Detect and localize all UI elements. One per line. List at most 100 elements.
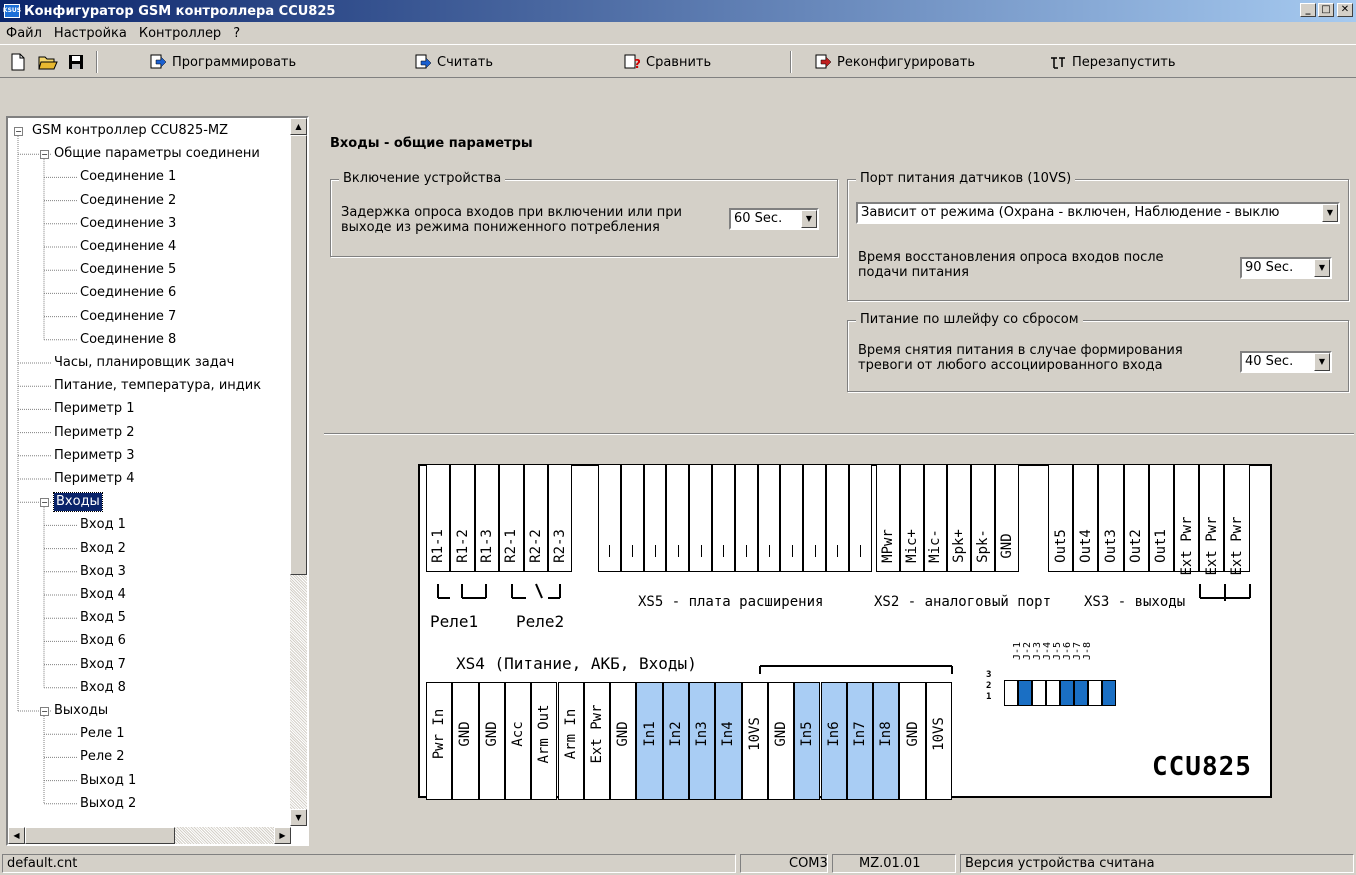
menu-help[interactable]: ? bbox=[227, 26, 246, 41]
tree-item[interactable]: Периметр 2 bbox=[54, 422, 135, 444]
window-title: Конфигуратор GSM контроллера CCU825 bbox=[24, 3, 336, 19]
tree-item[interactable]: Соединение 6 bbox=[80, 282, 176, 304]
recovery-time-label-2: подачи питания bbox=[858, 265, 969, 280]
bottom-pin: GND bbox=[478, 682, 505, 800]
restart-button[interactable]: Перезапустить bbox=[1050, 50, 1176, 74]
tree-item[interactable]: Вход 5 bbox=[80, 607, 126, 629]
menu-file[interactable]: Файл bbox=[0, 26, 48, 41]
chevron-down-icon[interactable]: ▼ bbox=[1314, 353, 1330, 371]
bottom-pin: 10VS bbox=[925, 682, 952, 800]
jumper bbox=[1046, 680, 1060, 706]
tree-item[interactable]: Вход 1 bbox=[80, 514, 126, 536]
device-power-on-group: Включение устройства Задержка опроса вхо… bbox=[330, 171, 838, 257]
bottom-pin: Ext Pwr bbox=[583, 682, 611, 800]
tree-item[interactable]: Соединение 7 bbox=[80, 306, 176, 328]
section-divider bbox=[324, 433, 1354, 435]
tree-item[interactable]: Выход 1 bbox=[80, 770, 136, 792]
reconfigure-icon bbox=[815, 54, 831, 69]
settings-tree[interactable]: GSM контроллер CCU825-MZ − Общие параметры… bbox=[6, 116, 309, 846]
scroll-up-button[interactable]: ▲ bbox=[290, 118, 307, 135]
scroll-right-button[interactable]: ▶ bbox=[274, 827, 291, 844]
tree-item[interactable]: Выходы bbox=[54, 700, 108, 722]
tree-item[interactable]: Соединение 5 bbox=[80, 259, 176, 281]
pin-label: Arm Out bbox=[536, 704, 553, 764]
tree-item[interactable]: Периметр 4 bbox=[54, 468, 135, 490]
jumper-row-label: 3 bbox=[986, 670, 992, 680]
tree-item[interactable]: Питание, температура, индик bbox=[54, 375, 261, 397]
toolbar-separator bbox=[96, 51, 98, 73]
relay2-label: Реле2 bbox=[516, 612, 565, 631]
tree-item[interactable]: Соединение 8 bbox=[80, 329, 176, 351]
bottom-pin: Arm In bbox=[557, 682, 584, 800]
scroll-left-button[interactable]: ◀ bbox=[8, 827, 25, 844]
scroll-thumb[interactable] bbox=[290, 135, 307, 575]
power-cut-time-label-2: тревоги от любого ассоциированного входа bbox=[858, 358, 1163, 373]
xs4-label: XS4 (Питание, АКБ, Входы) bbox=[456, 654, 697, 673]
bottom-pin: Pwr In bbox=[426, 682, 453, 800]
sensor-power-mode-select[interactable]: Зависит от режима (Охрана - включен, Наб… bbox=[856, 202, 1340, 224]
close-button[interactable]: ✕ bbox=[1337, 3, 1353, 17]
tree-item[interactable]: Входы bbox=[53, 492, 103, 513]
group-title: Питание по шлейфу со сбросом bbox=[856, 312, 1083, 327]
menu-settings[interactable]: Настройка bbox=[48, 26, 133, 41]
group-title: Порт питания датчиков (10VS) bbox=[856, 171, 1076, 186]
tree-item[interactable]: Периметр 3 bbox=[54, 445, 135, 467]
tree-item[interactable]: Вход 8 bbox=[80, 677, 126, 699]
menu-controller[interactable]: Контроллер bbox=[133, 26, 227, 41]
compare-button[interactable]: ? Сравнить bbox=[624, 50, 711, 74]
bottom-pin: In8 bbox=[873, 682, 900, 800]
relay1-label: Реле1 bbox=[430, 612, 479, 631]
jumper bbox=[1088, 680, 1102, 706]
tree-item[interactable]: Реле 2 bbox=[80, 746, 125, 768]
read-button[interactable]: Считать bbox=[415, 50, 493, 74]
power-cut-time-select[interactable]: 40 Sec. ▼ bbox=[1240, 351, 1332, 373]
tree-item[interactable]: Вход 2 bbox=[80, 538, 126, 560]
tree-item[interactable]: Общие параметры соединени bbox=[54, 143, 260, 165]
bottom-pin: GND bbox=[899, 682, 926, 800]
hscroll-thumb[interactable] bbox=[25, 827, 175, 844]
chevron-down-icon[interactable]: ▼ bbox=[801, 210, 817, 228]
chevron-down-icon[interactable]: ▼ bbox=[1314, 259, 1330, 277]
minimize-button[interactable]: _ bbox=[1300, 3, 1316, 17]
new-file-button[interactable] bbox=[10, 50, 26, 74]
tree-horizontal-scrollbar[interactable]: ◀ ▶ bbox=[8, 827, 291, 844]
maximize-button[interactable]: □ bbox=[1318, 3, 1334, 17]
jumper bbox=[1060, 680, 1074, 706]
program-button[interactable]: Программировать bbox=[150, 50, 296, 74]
tree-item[interactable]: Часы, планировщик задач bbox=[54, 352, 234, 374]
open-file-button[interactable] bbox=[38, 50, 58, 74]
pin-label: GND bbox=[483, 721, 500, 747]
collapse-icon[interactable]: − bbox=[40, 498, 49, 508]
pin-label: In1 bbox=[641, 721, 658, 747]
collapse-icon[interactable]: − bbox=[40, 150, 49, 160]
reconfigure-button[interactable]: Реконфигурировать bbox=[815, 50, 975, 74]
tree-item[interactable]: Соединение 3 bbox=[80, 213, 176, 235]
collapse-icon[interactable]: − bbox=[40, 707, 49, 716]
tree-item[interactable]: Вход 7 bbox=[80, 654, 126, 676]
bottom-pin: 10VS bbox=[741, 682, 768, 800]
save-file-button[interactable] bbox=[68, 50, 84, 74]
tree-item[interactable]: Периметр 1 bbox=[54, 398, 135, 420]
svg-text:?: ? bbox=[634, 57, 640, 70]
input-delay-label-2: выходе из режима пониженного потребления bbox=[341, 220, 660, 235]
bottom-pin: In7 bbox=[846, 682, 874, 800]
chevron-down-icon[interactable]: ▼ bbox=[1322, 204, 1338, 222]
tree-item[interactable]: Соединение 2 bbox=[80, 190, 176, 212]
menu-bar: Файл Настройка Контроллер ? bbox=[0, 22, 1356, 44]
tree-item[interactable]: Вход 4 bbox=[80, 584, 126, 606]
tree-item[interactable]: Вход 3 bbox=[80, 561, 126, 583]
tree-item[interactable]: GSM контроллер CCU825-MZ bbox=[32, 120, 228, 142]
model-label: CCU825 bbox=[1152, 752, 1252, 782]
pin-label: In3 bbox=[694, 721, 711, 747]
input-delay-select[interactable]: 60 Sec. ▼ bbox=[729, 208, 819, 230]
scroll-down-button[interactable]: ▼ bbox=[290, 809, 307, 826]
tree-item[interactable]: Вход 6 bbox=[80, 630, 126, 652]
collapse-icon[interactable]: − bbox=[14, 127, 23, 136]
tree-item[interactable]: Реле 1 bbox=[80, 723, 125, 745]
tree-item[interactable]: Выход 2 bbox=[80, 793, 136, 815]
jumper bbox=[1018, 680, 1032, 706]
tree-item[interactable]: Соединение 4 bbox=[80, 236, 176, 258]
recovery-time-select[interactable]: 90 Sec. ▼ bbox=[1240, 257, 1332, 279]
tree-vertical-scrollbar[interactable]: ▲ ▼ bbox=[290, 118, 307, 826]
tree-item[interactable]: Соединение 1 bbox=[80, 166, 176, 188]
